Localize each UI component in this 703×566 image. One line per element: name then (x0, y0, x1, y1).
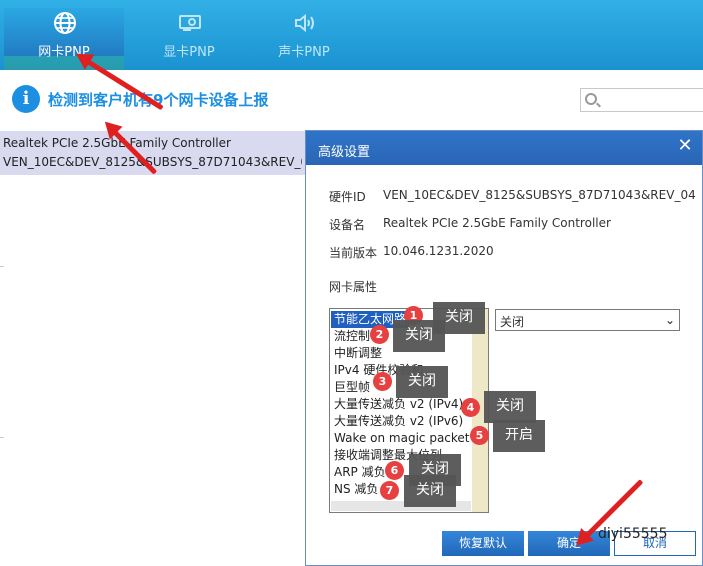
globe-icon (54, 12, 76, 34)
annotation-badge: 6 (385, 461, 404, 480)
restore-default-button[interactable]: 恢复默认 (442, 531, 524, 556)
list-item[interactable]: Wake on magic packet (334, 430, 470, 447)
annotation-badge: 5 (470, 426, 489, 445)
divider (0, 437, 4, 438)
divider (0, 266, 4, 267)
tab-label: 声卡PNP (278, 45, 330, 60)
dialog-title: 高级设置 ✕ (306, 131, 702, 165)
annotation-tooltip: 关闭 (393, 320, 445, 352)
dialog-title-text: 高级设置 (318, 145, 371, 160)
select-value: 关闭 (500, 315, 525, 329)
tab-wave-decoration (4, 56, 124, 70)
annotation-tooltip: 关闭 (404, 475, 456, 507)
advanced-settings-dialog: 高级设置 ✕ 硬件ID VEN_10EC&DEV_8125&SUBSYS_87D… (305, 130, 703, 566)
tab-sound-pnp[interactable]: 声卡PNP (244, 8, 364, 70)
list-item[interactable]: ARP 减负 (334, 464, 386, 481)
list-item[interactable]: 流控制 (334, 328, 370, 345)
annotation-badge: 7 (380, 481, 399, 500)
device-name-label: 设备名 (329, 218, 366, 232)
annotation-tooltip: 关闭 (396, 366, 448, 398)
tab-label: 显卡PNP (163, 45, 215, 60)
nic-properties-label: 网卡属性 (329, 280, 378, 294)
annotation-badge: 4 (461, 398, 480, 417)
speaker-icon (295, 13, 314, 33)
annotation-badge: 2 (370, 325, 389, 344)
device-name-value: Realtek PCIe 2.5GbE Family Controller (383, 216, 611, 230)
info-icon: i (12, 85, 40, 113)
property-value-select[interactable]: 关闭 ⌄ (495, 309, 680, 331)
hardware-id-value: VEN_10EC&DEV_8125&SUBSYS_87D71043&REV_04 (383, 188, 696, 202)
chevron-down-icon: ⌄ (664, 313, 675, 327)
top-tab-bar: 网卡PNP 显卡PNP 声卡PNP (0, 0, 703, 70)
list-item[interactable]: NS 减负 (334, 481, 378, 498)
hardware-id-label: 硬件ID (329, 190, 366, 204)
watermark-text: diyi55555 (598, 526, 668, 542)
list-item[interactable]: 大量传送减负 v2 (IPv6) (334, 413, 463, 430)
search-icon (585, 93, 597, 105)
search-input[interactable] (580, 88, 703, 112)
close-icon[interactable]: ✕ (676, 137, 694, 155)
graphics-card-icon (179, 15, 201, 31)
annotation-tooltip: 开启 (493, 420, 545, 452)
device-name: Realtek PCIe 2.5GbE Family Controller (3, 136, 231, 150)
tab-gpu-pnp[interactable]: 显卡PNP (129, 8, 249, 70)
version-value: 10.046.1231.2020 (383, 244, 494, 258)
list-item[interactable]: 中断调整 (334, 345, 382, 362)
list-item[interactable]: 大量传送减负 v2 (IPv4) (334, 396, 463, 413)
list-item[interactable]: 巨型帧 (334, 379, 370, 396)
annotation-tooltip: 关闭 (484, 391, 536, 423)
version-label: 当前版本 (329, 246, 378, 260)
tab-nic-pnp[interactable]: 网卡PNP (4, 8, 124, 70)
annotation-badge: 3 (373, 372, 392, 391)
